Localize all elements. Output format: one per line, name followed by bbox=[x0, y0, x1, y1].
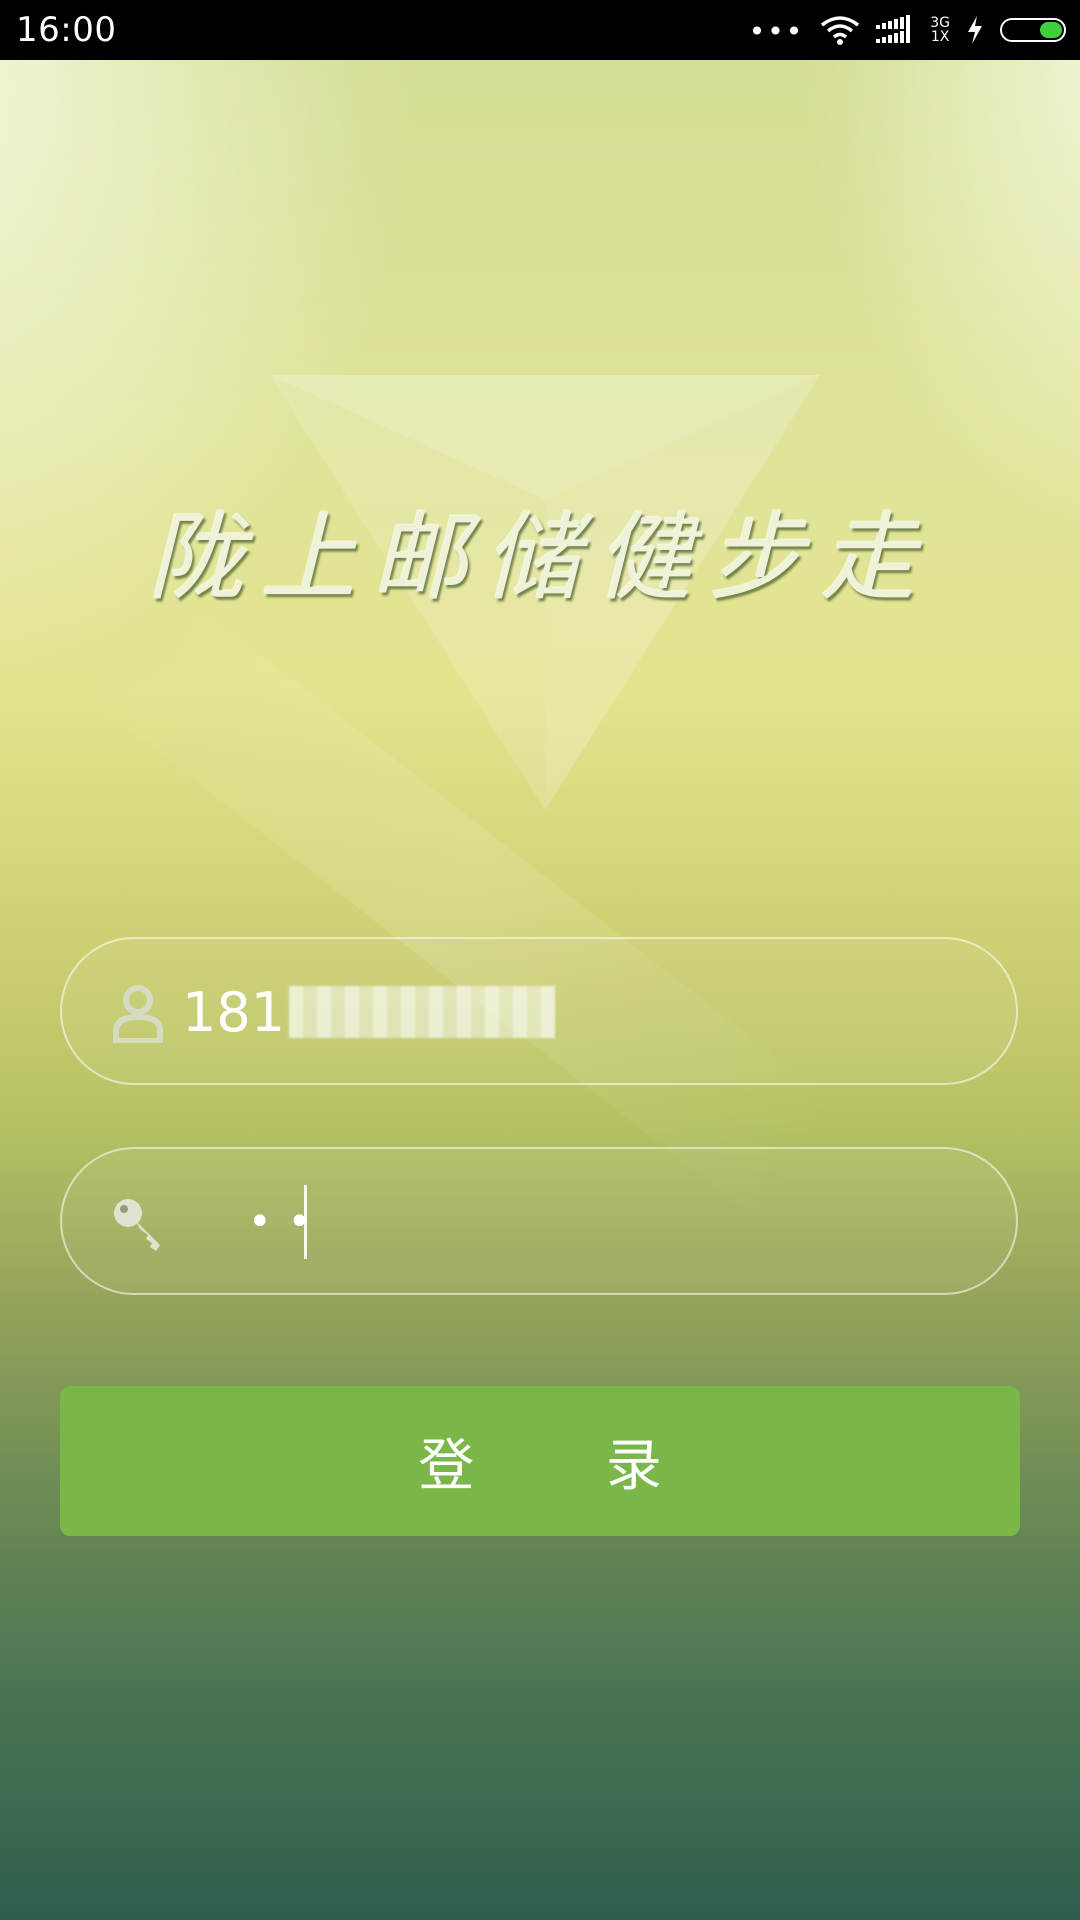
username-text: 181 bbox=[182, 981, 286, 1044]
status-time: 16:00 bbox=[16, 10, 117, 50]
status-bar: 16:00 ••• 3G 1X bbox=[0, 0, 1080, 60]
username-masked-digits bbox=[289, 986, 556, 1039]
login-button[interactable]: 登 录 bbox=[60, 1386, 1020, 1536]
charging-icon bbox=[968, 16, 982, 44]
text-cursor bbox=[304, 1185, 307, 1259]
battery-level bbox=[1040, 22, 1062, 38]
status-icons: ••• 3G 1X bbox=[749, 12, 1066, 48]
battery-icon bbox=[1000, 18, 1066, 42]
password-field[interactable]: •• bbox=[60, 1147, 1018, 1295]
app-title: 陇上邮储健步走 bbox=[148, 502, 932, 614]
login-screen: 16:00 ••• 3G 1X 陇上邮储健步走 181 •• 登 录 bbox=[0, 0, 1080, 1920]
signal-icon bbox=[876, 15, 911, 43]
wifi-icon bbox=[821, 16, 860, 45]
password-value[interactable]: •• bbox=[248, 1199, 327, 1245]
username-value[interactable]: 181 bbox=[182, 977, 556, 1049]
key-icon bbox=[114, 1199, 160, 1251]
network-type-label: 3G 1X bbox=[930, 16, 950, 44]
network-bottom-label: 1X bbox=[930, 29, 950, 45]
more-dots-icon: ••• bbox=[748, 15, 805, 48]
user-icon bbox=[113, 985, 163, 1043]
username-field[interactable]: 181 bbox=[60, 937, 1018, 1085]
network-top-label: 3G bbox=[930, 15, 950, 31]
